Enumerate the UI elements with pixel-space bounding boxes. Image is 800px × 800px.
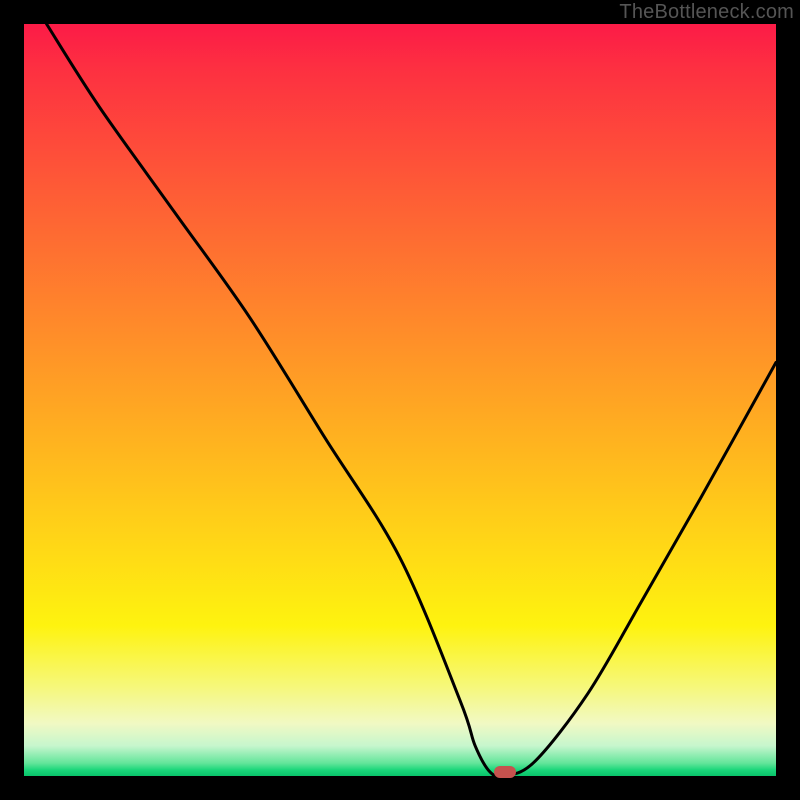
heat-gradient: [24, 24, 776, 776]
watermark-text: TheBottleneck.com: [619, 1, 794, 24]
chart-frame: TheBottleneck.com: [0, 0, 800, 800]
plot-area: [24, 24, 776, 776]
optimal-marker: [494, 766, 516, 778]
